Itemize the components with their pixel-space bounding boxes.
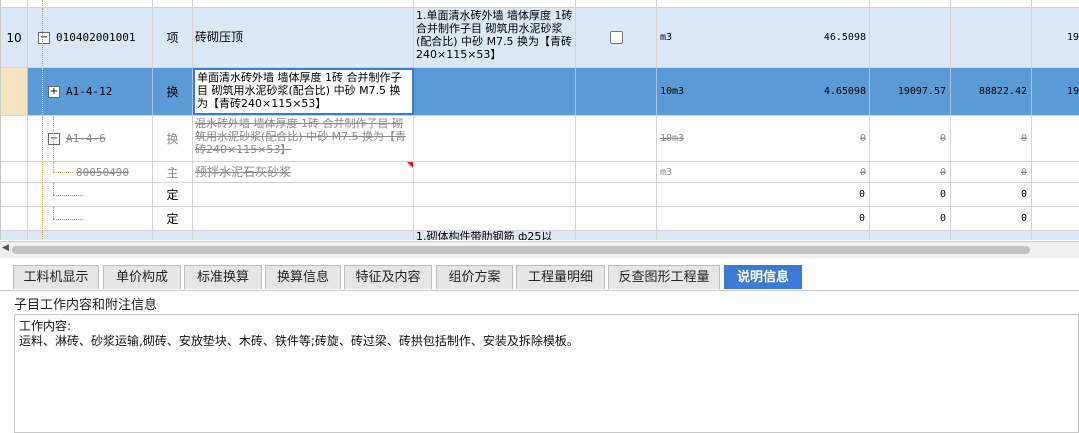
item-name[interactable]: 混水砖外墙 墙体厚度 1砖 合并制作子目 砌筑用水泥砂浆(配合比) 中砂 M7.… — [193, 116, 414, 161]
bottom-tab-bar: 工料机显示 单价构成 标准换算 换算信息 特征及内容 组价方案 工程量明细 反查… — [0, 260, 1079, 291]
item-code[interactable]: A1-4-6 — [66, 132, 106, 145]
item-type: 定 — [153, 183, 193, 206]
item-total: 0 — [951, 116, 1032, 161]
scrollbar-thumb[interactable] — [12, 246, 1030, 254]
item-quantity: 0 — [657, 183, 870, 206]
panel-title: 子目工作内容和附注信息 — [14, 298, 158, 313]
item-type: 定 — [153, 207, 193, 230]
item-price: 0 — [870, 183, 951, 206]
collapse-icon[interactable]: − — [48, 132, 60, 145]
item-quantity: 0 — [859, 166, 866, 178]
work-content-text: 运料、淋砖、砂浆运输,砌砖、安放垫块、木砖、铁件等;砖旋、砖过梁、砖拱包括制作、… — [19, 334, 579, 348]
table-row[interactable] — [1, 0, 1079, 8]
table-row[interactable]: − A1-4-6 换 混水砖外墙 墙体厚度 1砖 合并制作子目 砌筑用水泥砂浆(… — [1, 116, 1079, 162]
bill-grid: 10 − 010402001001 项 砖砌压顶 1.单面清水砖外墙 墙体厚度 … — [0, 0, 1079, 240]
item-quantity: 4.65098 — [823, 86, 866, 97]
item-type: 换 — [153, 116, 193, 161]
tab-quantity-detail[interactable]: 工程量明细 — [516, 265, 605, 289]
item-code[interactable]: 010402001001 — [56, 31, 135, 44]
tab-pricing-scheme[interactable]: 组价方案 — [436, 265, 513, 289]
tab-standard-conversion[interactable]: 标准换算 — [184, 265, 262, 289]
description-textarea[interactable]: 工作内容: 运料、淋砖、砂浆运输,砌砖、安放垫块、木砖、铁件等;砖旋、砖过梁、砖… — [14, 314, 1079, 433]
item-quantity: 0 — [859, 133, 866, 144]
item-code[interactable]: 80050490 — [76, 166, 129, 179]
item-total: 0 — [951, 207, 1032, 230]
item-name[interactable]: 预拌水泥石灰砂浆 — [193, 162, 414, 182]
item-name[interactable]: 砖砌压顶 — [193, 8, 414, 67]
item-type: 换 — [153, 68, 193, 115]
item-type: 主 — [153, 162, 193, 182]
tab-conversion-info[interactable]: 换算信息 — [265, 265, 341, 289]
table-row-selected[interactable]: + A1-4-12 换 单面清水砖外墙 墙体厚度 1砖 合并制作子目 砌筑用水泥… — [1, 68, 1079, 116]
comment-marker-icon — [407, 162, 413, 168]
item-extra: 19 — [1032, 68, 1079, 115]
item-quantity: 46.5098 — [823, 32, 866, 43]
tab-unit-price[interactable]: 单价构成 — [103, 265, 181, 289]
tab-material-machine[interactable]: 工料机显示 — [13, 265, 99, 289]
item-total: 88822.42 — [951, 68, 1032, 115]
item-quantity: 0 — [657, 207, 870, 230]
item-name-editor[interactable]: 单面清水砖外墙 墙体厚度 1砖 合并制作子目 砌筑用水泥砂浆(配合比) 中砂 M… — [193, 68, 414, 115]
row-checkbox[interactable] — [609, 31, 623, 44]
work-content-label: 工作内容: — [19, 319, 72, 333]
item-price: 19097.57 — [870, 68, 951, 115]
item-price: 0 — [870, 207, 951, 230]
item-total: 0 — [951, 162, 1032, 182]
item-price: 0 — [870, 162, 951, 182]
item-code[interactable]: A1-4-12 — [66, 85, 112, 98]
item-type: 项 — [153, 8, 193, 67]
expand-icon[interactable]: + — [48, 85, 60, 98]
horizontal-scrollbar[interactable]: ◀ — [0, 241, 1079, 258]
item-price: 0 — [870, 116, 951, 161]
row-number: 10 — [1, 8, 28, 67]
table-row[interactable]: 定 0 0 0 — [1, 183, 1079, 207]
tab-description[interactable]: 说明信息 — [724, 265, 802, 289]
table-row[interactable]: 10 − 010402001001 项 砖砌压顶 1.单面清水砖外墙 墙体厚度 … — [1, 8, 1079, 68]
table-row[interactable]: 80050490 主 预拌水泥石灰砂浆 m3 0 0 0 — [1, 162, 1079, 183]
scroll-left-icon[interactable]: ◀ — [2, 243, 9, 253]
collapse-icon[interactable]: − — [38, 31, 50, 44]
item-feature[interactable]: 1.砌体构件带肋钢筋 ф25以 — [414, 231, 576, 240]
item-total: 0 — [951, 183, 1032, 206]
tab-reverse-quantity[interactable]: 反查图形工程量 — [608, 265, 720, 289]
item-feature[interactable]: 1.单面清水砖外墙 墙体厚度 1砖 合并制作子目 砌筑用水泥砂浆(配合比) 中砂… — [414, 8, 576, 67]
item-extra: 19 — [1032, 8, 1079, 67]
table-row[interactable]: 1.砌体构件带肋钢筋 ф25以 — [1, 231, 1079, 240]
table-row[interactable]: 定 0 0 0 — [1, 207, 1079, 231]
tab-features[interactable]: 特征及内容 — [344, 265, 432, 289]
